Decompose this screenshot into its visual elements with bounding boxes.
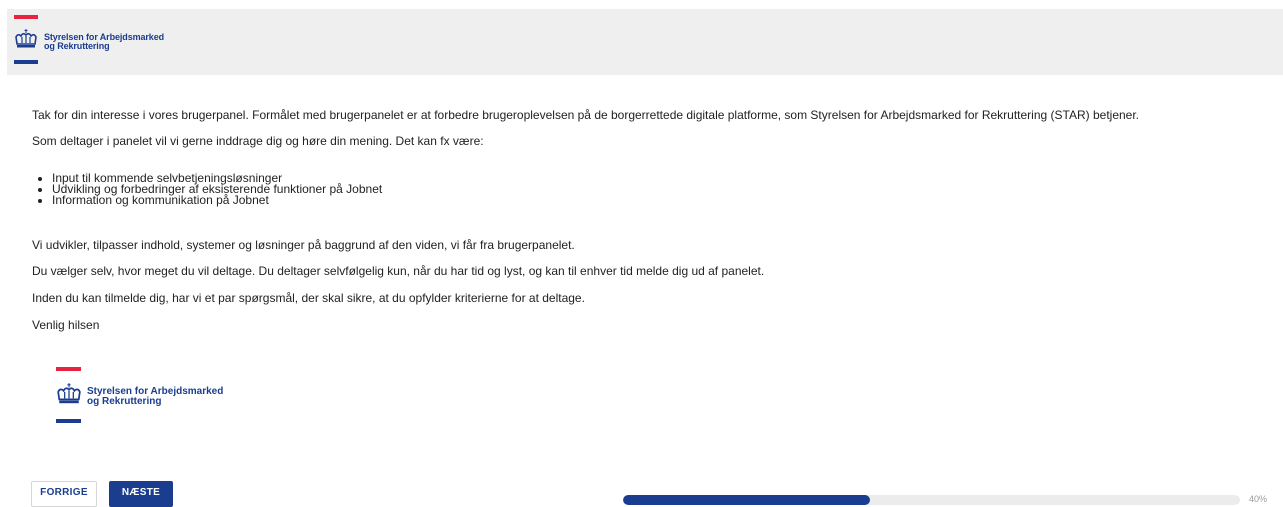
signature-logo: Styrelsen for Arbejdsmarked og Rekrutter… bbox=[56, 367, 246, 427]
logo-line-2: og Rekruttering bbox=[44, 41, 110, 51]
agency-logo: Styrelsen for Arbejdsmarked og Rekrutter… bbox=[14, 15, 184, 67]
crown-icon bbox=[57, 383, 81, 404]
logo-wordmark: Styrelsen for Arbejdsmarked og Rekrutter… bbox=[87, 387, 223, 407]
logo-blue-bar bbox=[56, 419, 81, 423]
previous-button[interactable]: FORRIGE bbox=[31, 481, 97, 507]
logo-wordmark: Styrelsen for Arbejdsmarked og Rekrutter… bbox=[44, 33, 164, 51]
logo-line-2: og Rekruttering bbox=[87, 396, 162, 407]
next-button[interactable]: NÆSTE bbox=[109, 481, 173, 507]
list-item: Information og kommunikation på Jobnet bbox=[52, 194, 382, 206]
examples-list: Input til kommende selvbetjeningsløsning… bbox=[32, 172, 382, 206]
logo-blue-bar bbox=[14, 60, 38, 64]
logo-red-bar bbox=[14, 15, 38, 19]
develop-paragraph: Vi udvikler, tilpasser indhold, systemer… bbox=[32, 238, 575, 252]
before-paragraph: Inden du kan tilmelde dig, har vi et par… bbox=[32, 291, 585, 305]
progress-label: 40% bbox=[1249, 494, 1268, 504]
choose-paragraph: Du vælger selv, hvor meget du vil deltag… bbox=[32, 264, 765, 278]
intro-paragraph: Tak for din interesse i vores brugerpane… bbox=[32, 108, 1140, 122]
panel-intro-paragraph: Som deltager i panelet vil vi gerne indd… bbox=[32, 134, 484, 148]
progress-fill bbox=[623, 495, 870, 505]
page-header: Styrelsen for Arbejdsmarked og Rekrutter… bbox=[7, 9, 1283, 75]
crown-icon bbox=[15, 29, 37, 48]
logo-red-bar bbox=[56, 367, 81, 371]
signoff-text: Venlig hilsen bbox=[32, 318, 100, 332]
progress-bar bbox=[623, 495, 1240, 505]
